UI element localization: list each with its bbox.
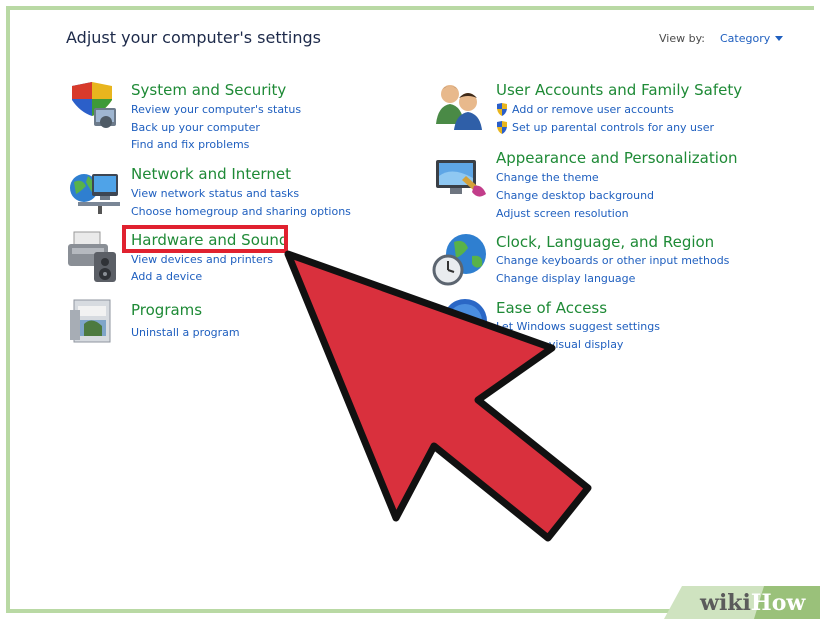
pointer-arrow-icon bbox=[284, 250, 592, 542]
logo-how: How bbox=[750, 590, 806, 616]
control-panel-window: Adjust your computer's settings View by:… bbox=[0, 0, 820, 619]
wikihow-logo: wikiHow bbox=[700, 590, 805, 616]
logo-wiki: wiki bbox=[700, 590, 751, 616]
